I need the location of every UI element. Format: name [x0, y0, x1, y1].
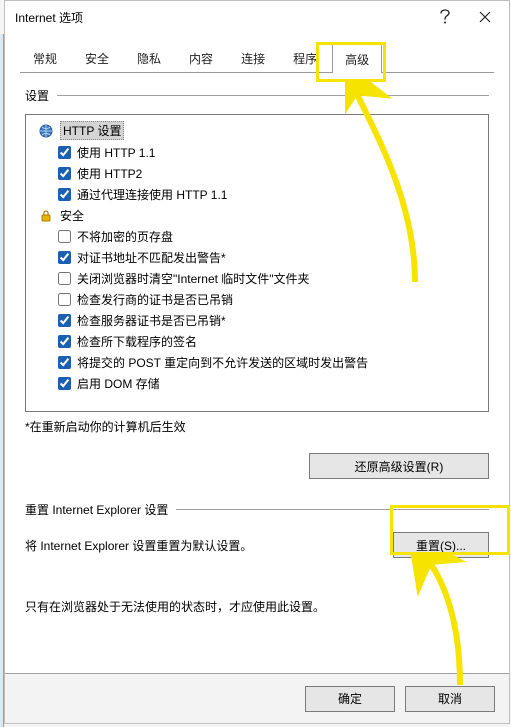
tree-item-label: 使用 HTTP2	[77, 165, 142, 182]
dialog-footer: 确定 取消	[5, 673, 509, 723]
tree-item-checkbox[interactable]	[58, 293, 71, 306]
lock-icon	[38, 208, 54, 224]
tree-item-label: 不将加密的页存盘	[77, 228, 173, 245]
tree-item-label: 将提交的 POST 重定向到不允许发送的区域时发出警告	[77, 354, 368, 371]
tab-隐私[interactable]: 隐私	[124, 43, 174, 72]
tab-高级[interactable]: 高级	[332, 44, 382, 73]
tree-item-label: 检查所下载程序的签名	[77, 333, 197, 350]
advanced-settings-tree[interactable]: HTTP 设置使用 HTTP 1.1 使用 HTTP2 通过代理连接使用 HTTP …	[25, 114, 489, 412]
tree-item[interactable]: 检查发行商的证书是否已吊销	[30, 289, 484, 310]
tree-item-label: 检查服务器证书是否已吊销*	[77, 312, 226, 329]
settings-legend: 设置	[25, 87, 489, 104]
ok-button[interactable]: 确定	[305, 686, 395, 712]
tree-group-header[interactable]: HTTP 设置	[30, 119, 484, 142]
tree-item-checkbox[interactable]	[58, 377, 71, 390]
tree-item-label: 通过代理连接使用 HTTP 1.1	[77, 186, 227, 203]
tree-item-checkbox[interactable]	[58, 146, 71, 159]
tree-item[interactable]: 检查服务器证书是否已吊销*	[30, 310, 484, 331]
tree-item-checkbox[interactable]	[58, 272, 71, 285]
tab-连接[interactable]: 连接	[228, 43, 278, 72]
reset-legend: 重置 Internet Explorer 设置	[25, 501, 489, 518]
reset-description: 将 Internet Explorer 设置重置为默认设置。	[25, 537, 393, 554]
internet-options-dialog: Internet 选项 常规安全隐私内容连接程序高级 设置 HTTP 设置使用 …	[4, 0, 510, 724]
close-button[interactable]	[465, 2, 505, 32]
restart-note: *在重新启动你的计算机后生效	[25, 418, 489, 435]
tree-item-label: 启用 DOM 存储	[77, 375, 160, 392]
tree-item-label: 检查发行商的证书是否已吊销	[77, 291, 233, 308]
tree-item-label: 关闭浏览器时清空"Internet 临时文件"文件夹	[77, 270, 310, 287]
titlebar: Internet 选项	[5, 1, 509, 33]
reset-hint: 只有在浏览器处于无法使用的状态时，才应使用此设置。	[25, 598, 489, 615]
tab-内容[interactable]: 内容	[176, 43, 226, 72]
tab-程序[interactable]: 程序	[280, 43, 330, 72]
tree-item[interactable]: 使用 HTTP 1.1	[30, 142, 484, 163]
tree-item[interactable]: 检查所下载程序的签名	[30, 331, 484, 352]
tree-item-checkbox[interactable]	[58, 335, 71, 348]
tree-group-label: 安全	[60, 207, 84, 224]
tree-group-header[interactable]: 安全	[30, 205, 484, 226]
tree-item-label: 使用 HTTP 1.1	[77, 144, 155, 161]
tree-item-checkbox[interactable]	[58, 356, 71, 369]
tree-item-checkbox[interactable]	[58, 188, 71, 201]
settings-legend-text: 设置	[25, 87, 57, 104]
tree-item-checkbox[interactable]	[58, 251, 71, 264]
tab-安全[interactable]: 安全	[72, 43, 122, 72]
globe-icon	[38, 123, 54, 139]
reset-button[interactable]: 重置(S)...	[393, 532, 489, 558]
tree-item[interactable]: 不将加密的页存盘	[30, 226, 484, 247]
window-title: Internet 选项	[15, 9, 425, 26]
tree-item[interactable]: 启用 DOM 存储	[30, 373, 484, 394]
tab-row: 常规安全隐私内容连接程序高级	[20, 43, 494, 73]
tree-item-checkbox[interactable]	[58, 230, 71, 243]
tree-item[interactable]: 将提交的 POST 重定向到不允许发送的区域时发出警告	[30, 352, 484, 373]
restore-advanced-settings-button[interactable]: 还原高级设置(R)	[309, 453, 489, 479]
help-button[interactable]	[425, 2, 465, 32]
tree-item-checkbox[interactable]	[58, 167, 71, 180]
tree-item[interactable]: 通过代理连接使用 HTTP 1.1	[30, 184, 484, 205]
tree-item[interactable]: 使用 HTTP2	[30, 163, 484, 184]
tree-item-label: 对证书地址不匹配发出警告*	[77, 249, 226, 266]
cancel-button[interactable]: 取消	[405, 686, 495, 712]
tree-group-label: HTTP 设置	[60, 121, 124, 140]
tree-item[interactable]: 对证书地址不匹配发出警告*	[30, 247, 484, 268]
tree-item-checkbox[interactable]	[58, 314, 71, 327]
reset-legend-text: 重置 Internet Explorer 设置	[25, 501, 176, 518]
tab-常规[interactable]: 常规	[20, 43, 70, 72]
tree-item[interactable]: 关闭浏览器时清空"Internet 临时文件"文件夹	[30, 268, 484, 289]
